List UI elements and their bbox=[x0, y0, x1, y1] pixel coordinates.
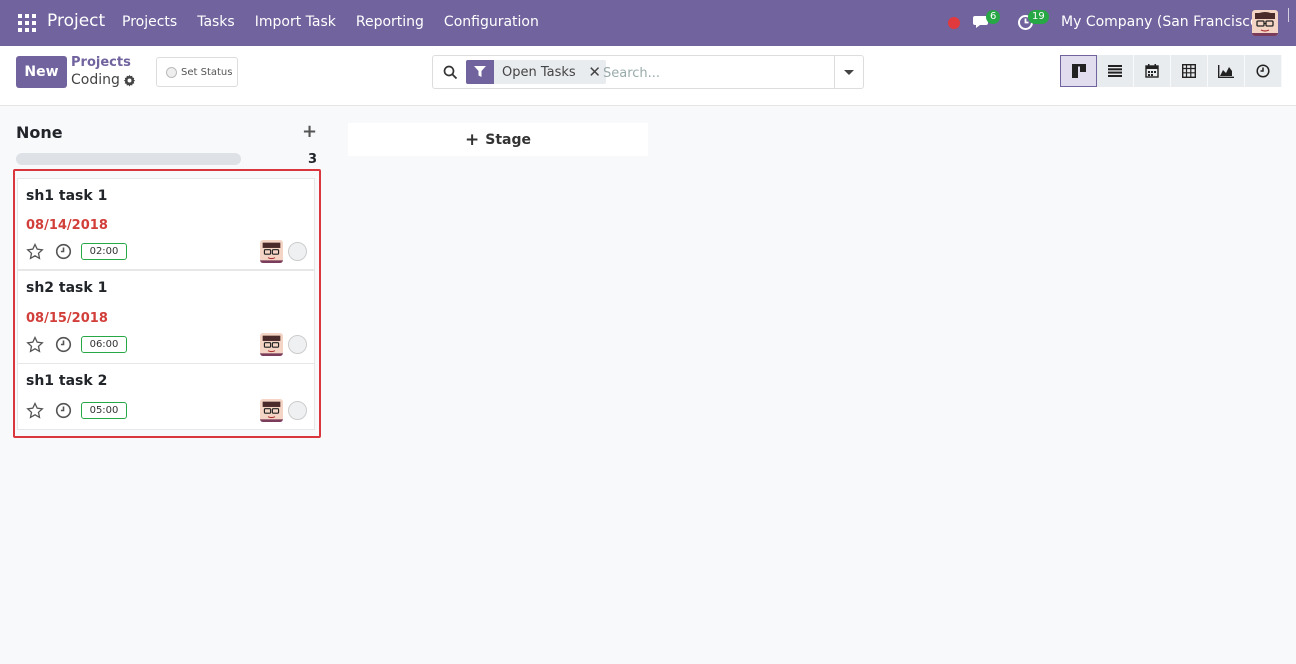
kanban-state-indicator[interactable] bbox=[288, 401, 307, 420]
gear-icon[interactable] bbox=[123, 74, 136, 87]
allocated-hours-badge: 06:00 bbox=[81, 336, 127, 353]
assignee-avatar[interactable] bbox=[260, 240, 283, 263]
plus-icon: + bbox=[465, 129, 480, 150]
activity-view-button[interactable] bbox=[1245, 55, 1282, 87]
menu-configuration[interactable]: Configuration bbox=[444, 14, 539, 30]
add-stage-button[interactable]: + Stage bbox=[348, 123, 648, 156]
task-deadline: 08/14/2018 bbox=[26, 218, 108, 233]
kanban-icon bbox=[1071, 64, 1086, 78]
activity-icon bbox=[1256, 64, 1270, 78]
task-title[interactable]: sh1 task 2 bbox=[26, 373, 107, 389]
clock-icon[interactable] bbox=[55, 336, 72, 353]
clock-icon[interactable] bbox=[55, 402, 72, 419]
column-progress-bar[interactable] bbox=[16, 153, 241, 165]
search-icon[interactable] bbox=[443, 65, 458, 80]
company-switcher[interactable]: My Company (San Francisco) bbox=[1061, 14, 1264, 30]
star-icon[interactable] bbox=[26, 336, 44, 354]
assignee-avatar[interactable] bbox=[260, 399, 283, 422]
facet-label: Open Tasks bbox=[502, 64, 576, 80]
graph-view-button[interactable] bbox=[1208, 55, 1245, 87]
control-panel: New Projects Coding Set Status Open Task… bbox=[0, 46, 1296, 106]
column-add-icon[interactable]: + bbox=[302, 121, 317, 142]
kanban-state-indicator[interactable] bbox=[288, 335, 307, 354]
task-deadline: 08/15/2018 bbox=[26, 311, 108, 326]
status-circle-icon bbox=[166, 66, 177, 78]
main-menu: Projects Tasks Import Task Reporting Con… bbox=[122, 14, 559, 30]
graph-icon bbox=[1218, 64, 1234, 78]
task-card[interactable]: sh1 task 2 05:00 bbox=[17, 363, 315, 430]
menu-tasks[interactable]: Tasks bbox=[197, 14, 235, 30]
add-stage-label: Stage bbox=[485, 131, 531, 148]
search-bar: Open Tasks ✕ bbox=[432, 55, 864, 89]
kanban-view-button[interactable] bbox=[1060, 55, 1097, 87]
clock-icon[interactable] bbox=[55, 243, 72, 260]
filter-icon bbox=[466, 60, 494, 84]
user-avatar[interactable] bbox=[1252, 10, 1278, 36]
calendar-icon bbox=[1145, 64, 1159, 78]
pivot-icon bbox=[1182, 64, 1196, 78]
view-switcher bbox=[1060, 55, 1282, 87]
calendar-view-button[interactable] bbox=[1134, 55, 1171, 87]
set-status-button[interactable]: Set Status bbox=[156, 57, 238, 87]
task-title[interactable]: sh1 task 1 bbox=[26, 188, 107, 204]
list-view-button[interactable] bbox=[1097, 55, 1134, 87]
allocated-hours-badge: 05:00 bbox=[81, 402, 127, 419]
assignee-avatar[interactable] bbox=[260, 333, 283, 356]
task-card[interactable]: sh1 task 1 08/14/2018 02:00 bbox=[17, 178, 315, 270]
breadcrumb-current: Coding bbox=[71, 72, 120, 88]
pivot-view-button[interactable] bbox=[1171, 55, 1208, 87]
star-icon[interactable] bbox=[26, 402, 44, 420]
task-title[interactable]: sh2 task 1 bbox=[26, 280, 107, 296]
navbar-edge-divider bbox=[1288, 8, 1289, 22]
breadcrumb-projects[interactable]: Projects bbox=[71, 55, 131, 70]
app-name[interactable]: Project bbox=[47, 11, 105, 31]
apps-menu-icon[interactable] bbox=[18, 14, 36, 32]
caret-down-icon bbox=[844, 69, 854, 75]
kanban-state-indicator[interactable] bbox=[288, 242, 307, 261]
search-options-toggle[interactable] bbox=[834, 56, 863, 88]
allocated-hours-badge: 02:00 bbox=[81, 243, 127, 260]
menu-import-task[interactable]: Import Task bbox=[255, 14, 336, 30]
recording-indicator-icon[interactable] bbox=[948, 17, 960, 29]
column-count: 3 bbox=[308, 152, 318, 167]
new-button[interactable]: New bbox=[16, 56, 67, 88]
menu-projects[interactable]: Projects bbox=[122, 14, 177, 30]
set-status-label: Set Status bbox=[181, 66, 233, 78]
activity-count-badge: 19 bbox=[1028, 10, 1049, 24]
top-navbar: Project Projects Tasks Import Task Repor… bbox=[0, 0, 1296, 46]
chat-count-badge: 6 bbox=[986, 10, 1001, 24]
column-title: None bbox=[16, 123, 63, 142]
list-icon bbox=[1108, 65, 1122, 77]
search-input[interactable] bbox=[603, 62, 828, 84]
menu-reporting[interactable]: Reporting bbox=[356, 14, 424, 30]
star-icon[interactable] bbox=[26, 243, 44, 261]
search-facet: Open Tasks ✕ bbox=[466, 60, 606, 84]
task-card[interactable]: sh2 task 1 08/15/2018 06:00 bbox=[17, 270, 315, 364]
